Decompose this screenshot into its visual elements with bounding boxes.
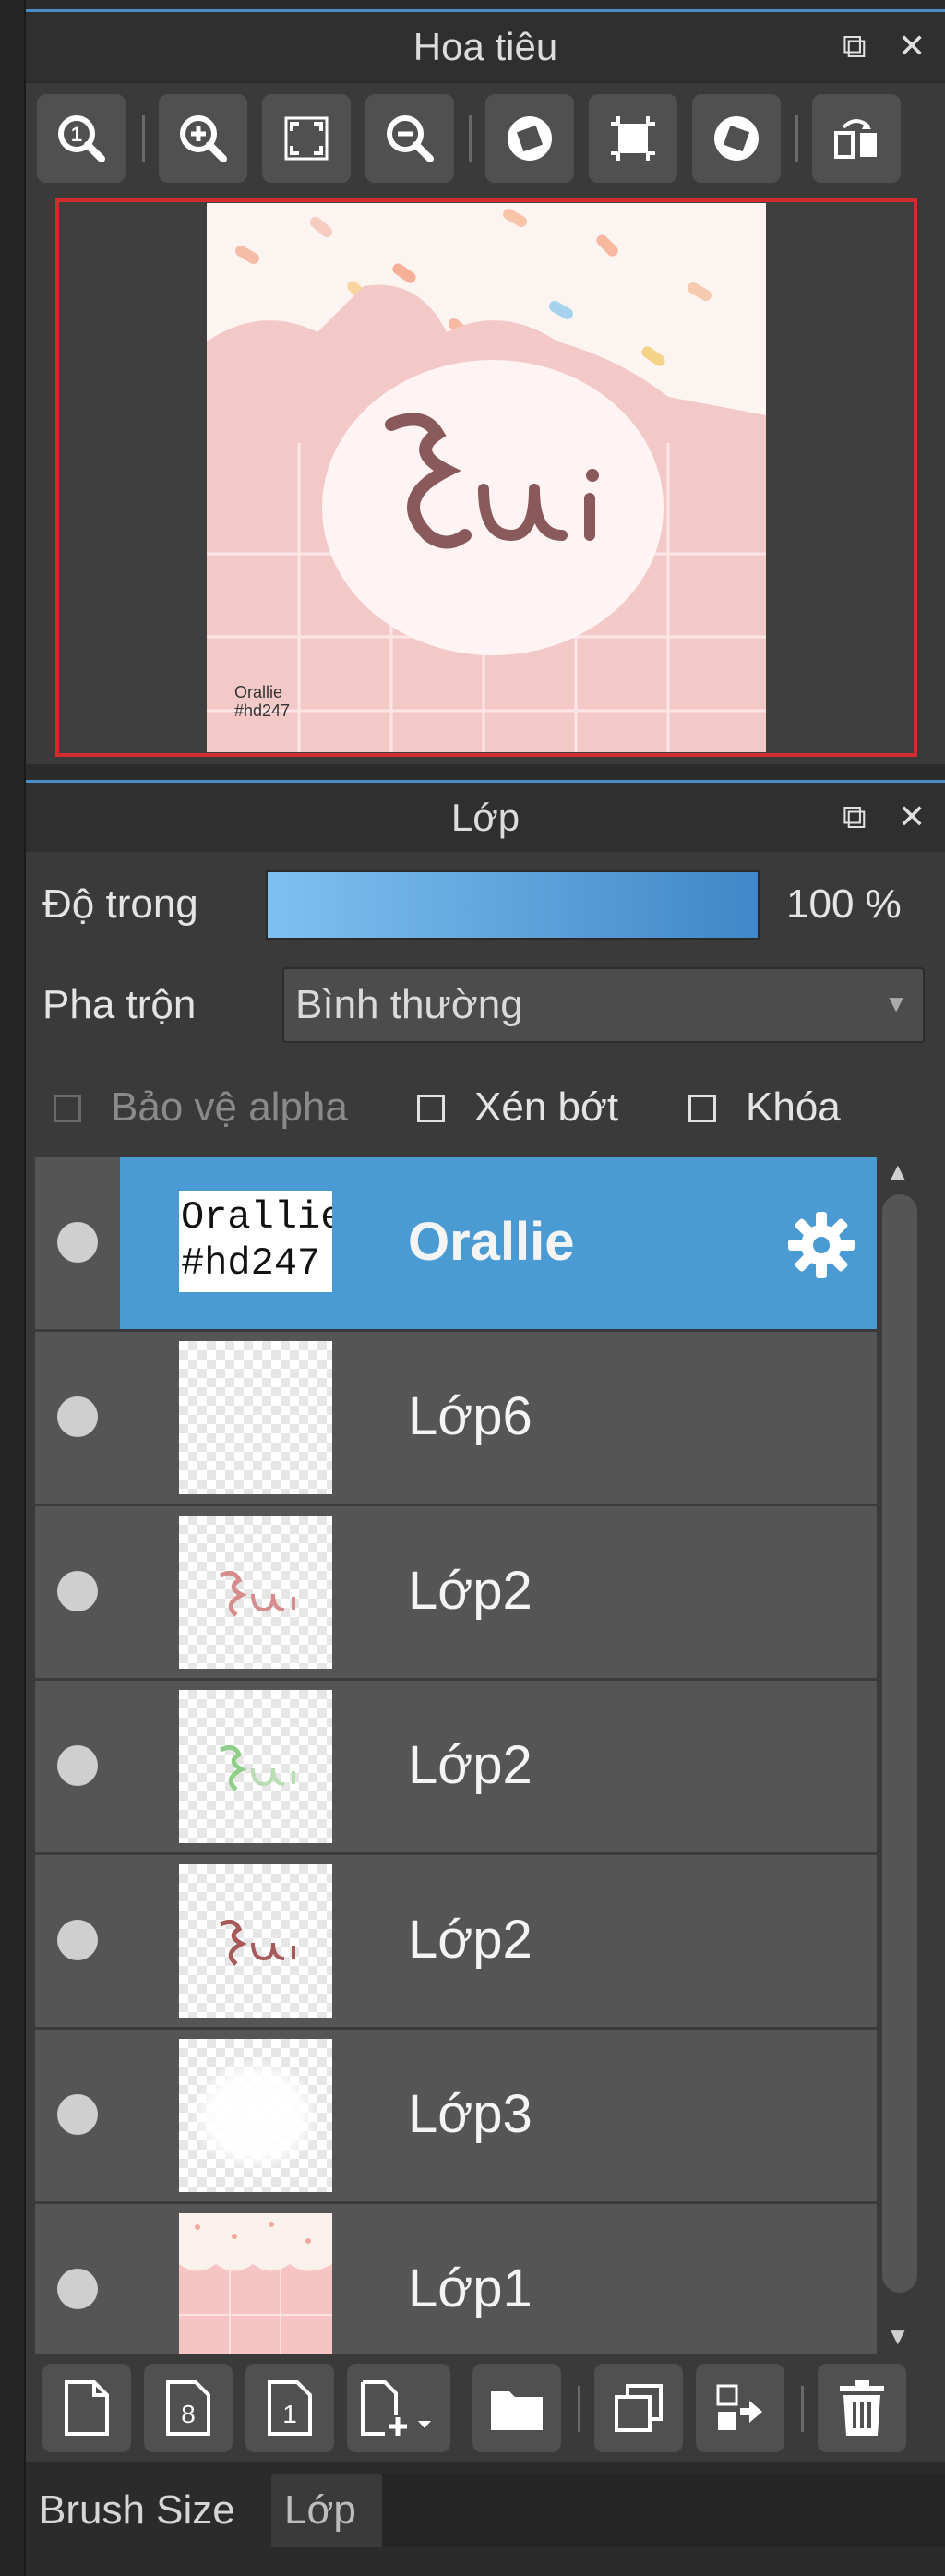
scroll-down-icon[interactable]: ▼ <box>886 2322 910 2351</box>
layer-row-lop2[interactable]: Lớp2 <box>35 1681 877 1855</box>
protect-alpha-label: Bảo vệ alpha <box>111 1084 348 1130</box>
layer-row-lop2[interactable]: Lớp2 <box>35 1506 877 1681</box>
lock-label: Khóa <box>746 1084 841 1130</box>
layer-thumbnail <box>179 1341 332 1494</box>
close-icon[interactable]: ✕ <box>898 797 926 836</box>
layer-name[interactable]: Lớp2 <box>408 1560 532 1622</box>
blend-mode-value: Bình thường <box>295 982 523 1027</box>
tab-layers[interactable]: Lớp <box>271 2474 382 2547</box>
toolbar-separator <box>578 2386 580 2432</box>
toolbar-separator <box>469 115 472 162</box>
merge-down-icon[interactable] <box>696 2364 784 2452</box>
svg-text:1: 1 <box>71 123 82 146</box>
add-layer-menu-icon[interactable] <box>347 2364 450 2452</box>
chevron-down-icon: ▼ <box>884 989 908 1017</box>
toolbar-separator <box>801 2386 804 2432</box>
fit-canvas-icon[interactable] <box>589 94 677 183</box>
layer-name[interactable]: Lớp3 <box>408 2083 532 2145</box>
gear-icon[interactable] <box>784 1208 858 1282</box>
new-layer-icon[interactable] <box>42 2364 131 2452</box>
bottom-tab-bar: Brush Size Lớp <box>26 2474 945 2547</box>
visibility-toggle-icon[interactable] <box>57 1396 98 1437</box>
toolbar-separator <box>142 115 145 162</box>
navigator-title: Hoa tiêu <box>413 24 558 68</box>
layer-thumbnail <box>179 2039 332 2192</box>
undock-icon[interactable]: ⧉ <box>843 797 867 837</box>
layer-name[interactable]: Lớp1 <box>408 2258 532 2319</box>
opacity-slider[interactable] <box>266 870 760 940</box>
new-1bit-layer-icon[interactable]: 1 <box>245 2364 334 2452</box>
rotate-right-icon[interactable] <box>692 94 781 183</box>
delete-layer-icon[interactable] <box>818 2364 906 2452</box>
layer-thumbnail <box>179 1690 332 1843</box>
close-icon[interactable]: ✕ <box>898 27 926 66</box>
scroll-up-icon[interactable]: ▲ <box>886 1157 910 1186</box>
navigator-toolbar: 1 <box>26 83 945 194</box>
fit-screen-icon[interactable] <box>262 94 351 183</box>
toolbar-separator <box>795 115 798 162</box>
layer-row-lop3[interactable]: Lớp3 <box>35 2030 877 2204</box>
layer-name[interactable]: Lớp2 <box>408 1734 532 1796</box>
layer-name[interactable]: Orallie <box>408 1211 575 1273</box>
canvas-signature-text: Orallie #hd247 <box>234 683 291 720</box>
layer-thumbnail <box>179 2213 332 2354</box>
layer-thumbnail <box>179 1864 332 2018</box>
blend-mode-select[interactable]: Bình thường ▼ <box>282 967 925 1043</box>
protect-alpha-checkbox[interactable] <box>54 1095 81 1122</box>
rotate-left-icon[interactable] <box>485 94 574 183</box>
layer-thumbnail <box>179 1516 332 1669</box>
layers-bottom-toolbar: 8 1 <box>26 2356 945 2462</box>
new-8bit-layer-icon[interactable]: 8 <box>144 2364 233 2452</box>
visibility-toggle-icon[interactable] <box>57 1571 98 1611</box>
scrollbar-thumb[interactable] <box>882 1194 917 2293</box>
folder-icon[interactable] <box>472 2364 561 2452</box>
layer-thumbnail: Orallie #hd247 <box>179 1191 332 1292</box>
layer-list-scrollbar[interactable]: ▲ ▼ <box>879 1157 921 2354</box>
visibility-toggle-icon[interactable] <box>57 1222 98 1263</box>
layer-row-lop2[interactable]: Lớp2 <box>35 1855 877 2030</box>
layer-name[interactable]: Lớp2 <box>408 1909 532 1971</box>
zoom-in-icon[interactable] <box>159 94 247 183</box>
layer-list: Orallie #hd247 Orallie Lớp6 Lớp2 Lớp2 Lớ… <box>35 1157 877 2354</box>
opacity-value: 100 % <box>786 881 902 927</box>
layer-row-orallie[interactable]: Orallie #hd247 Orallie <box>35 1157 877 1332</box>
svg-text:1: 1 <box>282 2400 297 2428</box>
undock-icon[interactable]: ⧉ <box>843 27 867 66</box>
tab-brush-size[interactable]: Brush Size <box>26 2474 271 2547</box>
layer-row-lop6[interactable]: Lớp6 <box>35 1332 877 1506</box>
layer-row-lop1[interactable]: Lớp1 <box>35 2204 877 2354</box>
clip-label: Xén bớt <box>474 1084 619 1130</box>
visibility-toggle-icon[interactable] <box>57 1920 98 1960</box>
layers-title: Lớp <box>450 795 520 839</box>
opacity-label: Độ trong <box>42 881 198 927</box>
visibility-toggle-icon[interactable] <box>57 2269 98 2309</box>
tab-layers-label: Lớp <box>284 2487 356 2533</box>
visibility-toggle-icon[interactable] <box>57 2094 98 2135</box>
left-gutter <box>0 0 26 2576</box>
zoom-out-icon[interactable] <box>365 94 454 183</box>
flip-horizontal-icon[interactable] <box>812 94 901 183</box>
layer-name[interactable]: Lớp6 <box>408 1385 532 1447</box>
duplicate-layer-icon[interactable] <box>594 2364 683 2452</box>
clip-checkbox[interactable] <box>417 1095 445 1122</box>
svg-text:8: 8 <box>181 2400 196 2428</box>
navigator-canvas-preview: Orallie #hd247 <box>207 203 766 752</box>
lock-checkbox[interactable] <box>688 1095 716 1122</box>
thumbnail-text: Orallie #hd247 <box>181 1195 332 1286</box>
navigator-title-bar[interactable]: Hoa tiêu ⧉ ✕ <box>26 9 945 81</box>
blend-mode-label: Pha trộn <box>42 982 197 1027</box>
tab-brush-size-label: Brush Size <box>39 2487 235 2533</box>
layers-title-bar[interactable]: Lớp ⧉ ✕ <box>26 780 945 852</box>
zoom-actual-icon[interactable]: 1 <box>37 94 126 183</box>
visibility-toggle-icon[interactable] <box>57 1745 98 1786</box>
